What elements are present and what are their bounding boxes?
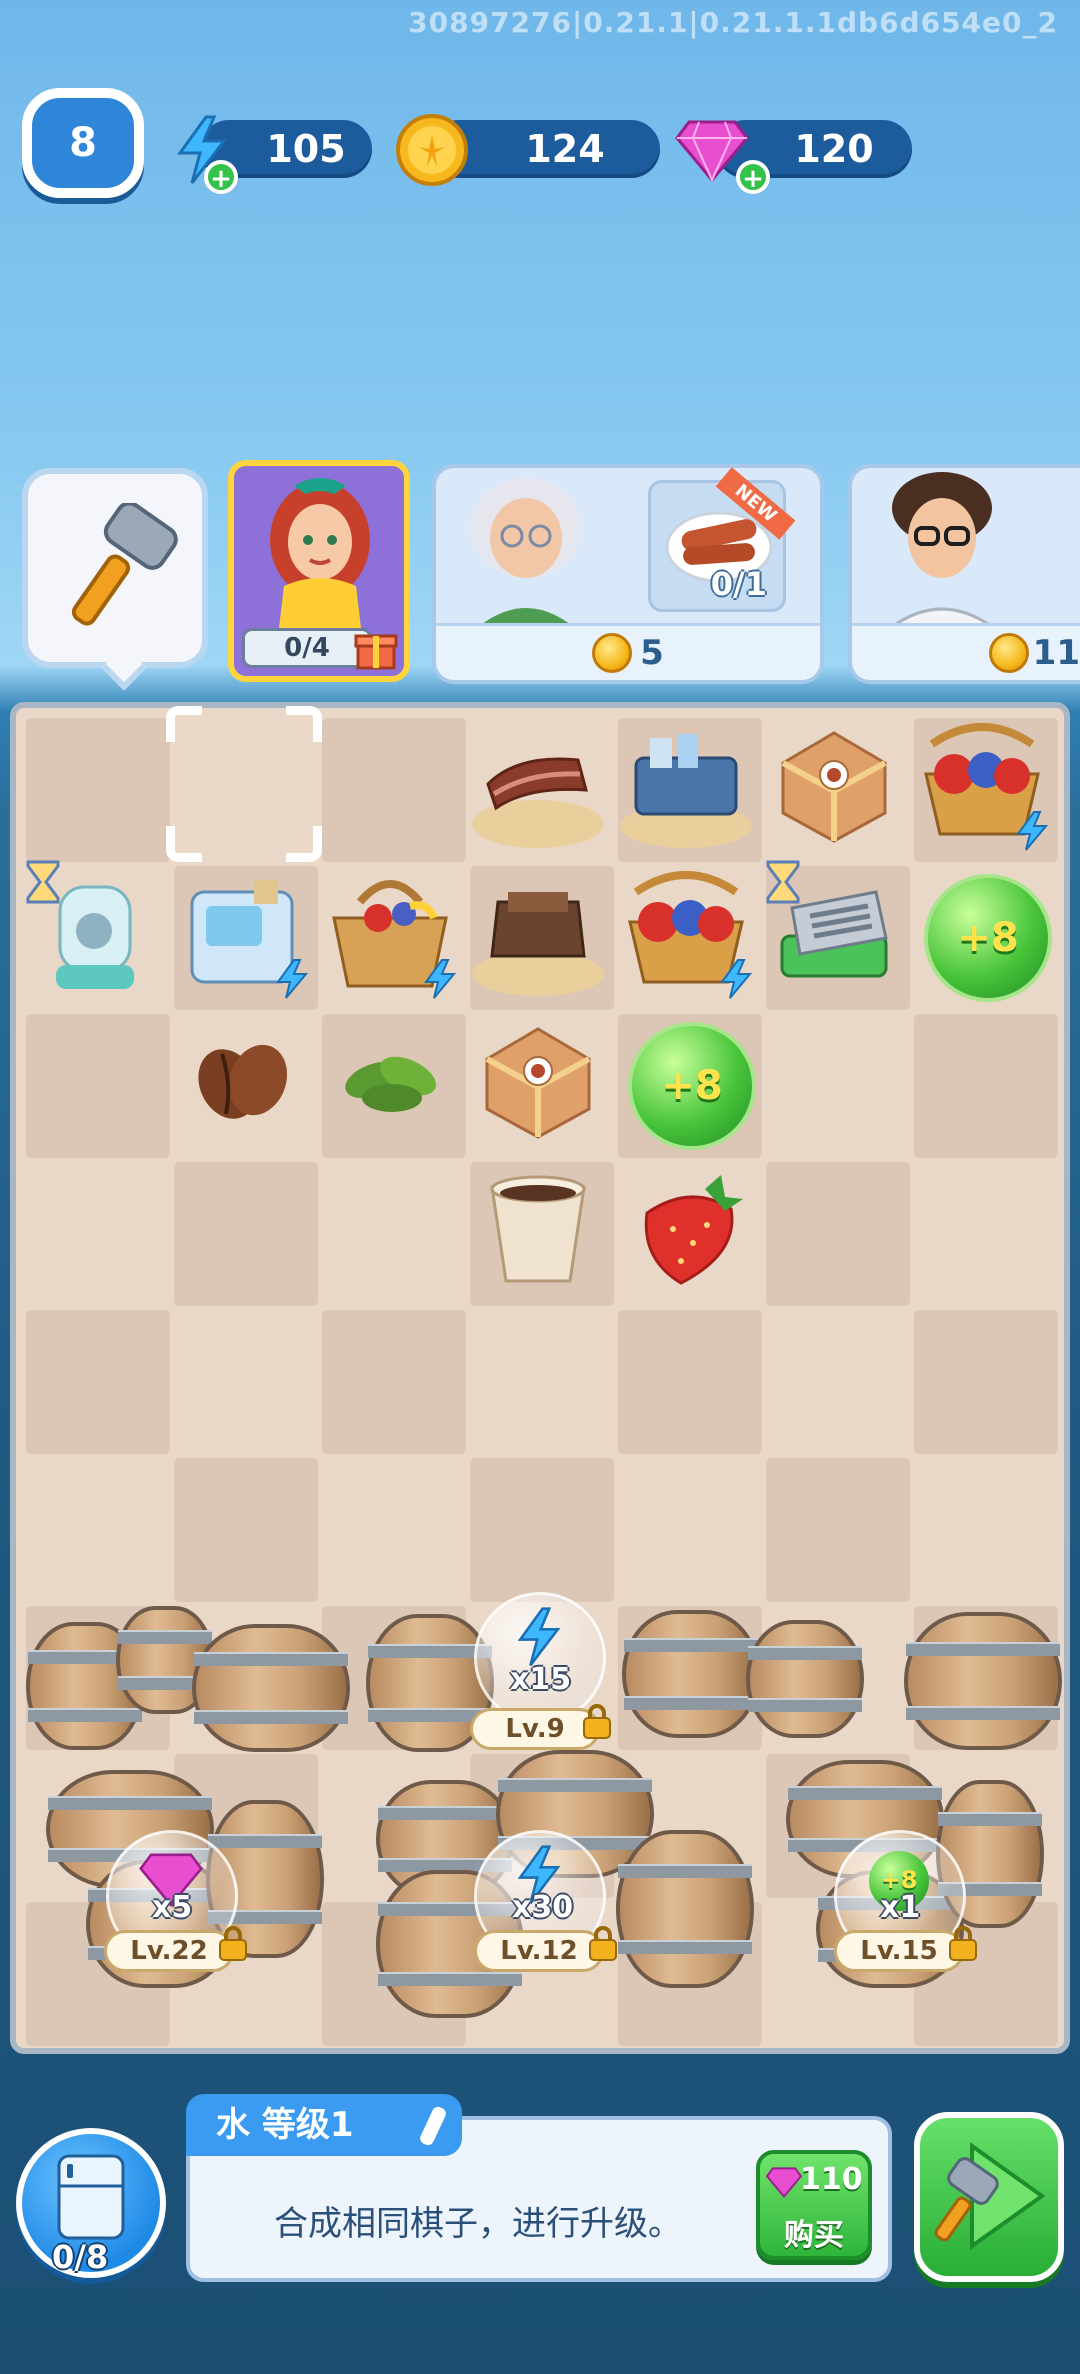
board-item-bacon[interactable]: [464, 710, 612, 858]
board-item-coffee-beans[interactable]: [168, 1006, 316, 1154]
order-reward: 5: [436, 623, 820, 680]
board-item-meat-parcel[interactable]: [760, 710, 908, 858]
hourglass-icon: [26, 860, 60, 904]
board-item-strawberry[interactable]: [612, 1154, 760, 1302]
produce-button[interactable]: [914, 2112, 1064, 2282]
player-level: 8: [69, 120, 97, 166]
board-item-cooler[interactable]: [612, 710, 760, 858]
lock-icon: [583, 1704, 611, 1739]
locked-reward-level: Lv.15: [834, 1930, 964, 1972]
lock-icon: [949, 1926, 977, 1961]
storage-count: 0/8: [52, 2238, 109, 2276]
board-item-fruit-basket-2[interactable]: [612, 858, 760, 1006]
hammer-tool-card[interactable]: [22, 468, 208, 668]
add-gems-button[interactable]: +: [736, 160, 770, 194]
gem-icon: [766, 2167, 802, 2198]
energy-generator-icon: [276, 959, 309, 999]
board-item-grill[interactable]: [760, 858, 908, 1006]
customer-card-main[interactable]: 0/4: [228, 460, 410, 682]
energy-value: 105: [266, 127, 346, 171]
energy-icon: [517, 1607, 561, 1667]
coin-icon: [392, 110, 472, 190]
locked-reward-level: Lv.22: [104, 1930, 234, 1972]
board-item-blender[interactable]: [20, 858, 168, 1006]
fridge-icon: [57, 2154, 125, 2240]
order-item-sausages[interactable]: NEW 0/1: [648, 468, 796, 612]
add-energy-button[interactable]: +: [204, 160, 238, 194]
board-item-coffee-cup[interactable]: [464, 1154, 612, 1302]
coin-value: 124: [525, 127, 605, 171]
bacon-icon: [472, 757, 604, 848]
meat-parcel-icon: [485, 1027, 591, 1139]
item-info-title: 水 等级1: [186, 2094, 462, 2156]
board-item-plus8-bubble-2[interactable]: +8: [628, 1022, 756, 1150]
customer-card-scientist[interactable]: 11: [848, 464, 1080, 684]
next-order-reward: 11: [852, 623, 1080, 680]
energy-generator-icon: [1016, 811, 1049, 851]
lock-icon: [589, 1926, 617, 1961]
cell-selector: [166, 706, 322, 862]
strawberry-icon: [644, 1175, 743, 1285]
gift-icon: [354, 634, 398, 670]
coffee-beans-icon: [198, 1044, 288, 1119]
energy-generator-icon: [424, 959, 457, 999]
tea-leaves-icon: [345, 1056, 437, 1112]
locked-reward-level: Lv.12: [474, 1930, 604, 1972]
board-item-picnic-basket[interactable]: [316, 858, 464, 1006]
coin-icon: [592, 633, 633, 673]
locked-reward-mult: x15: [510, 1662, 572, 1697]
customer-portrait-icon: [270, 478, 370, 636]
board-item-plus8-bubble[interactable]: +8: [924, 874, 1052, 1002]
board-item-ice-machine[interactable]: [168, 858, 316, 1006]
customer-card-grandma[interactable]: NEW 0/1 5: [432, 464, 824, 684]
energy-generator-icon: [720, 959, 753, 999]
meat-parcel-icon: [781, 731, 887, 843]
buy-label: 购买: [784, 2218, 844, 2253]
board-item-tea-leaves[interactable]: [316, 1006, 464, 1154]
board-item-chocolate-box[interactable]: [464, 858, 612, 1006]
build-version: 30897276|0.21.1|0.21.1.1db6d654e0_2: [408, 6, 1058, 39]
next-reward-value: 11: [1032, 633, 1080, 673]
play-arrow-icon: [934, 2142, 1046, 2250]
buy-price: 110: [800, 2162, 863, 2197]
scientist-portrait-icon: [875, 472, 1009, 638]
edit-icon: [418, 2104, 448, 2148]
order-reward-value: 5: [640, 633, 664, 673]
board-item-meat-parcel-2[interactable]: [464, 1006, 612, 1154]
bubble-value: +8: [957, 915, 1019, 961]
locked-reward-mult: x5: [152, 1890, 193, 1925]
buy-button[interactable]: 110 购买: [756, 2150, 872, 2260]
gem-value: 120: [794, 127, 874, 171]
coin-icon: [988, 633, 1029, 673]
item-info-description: 合成相同棋子，进行升级。: [274, 2204, 682, 2244]
coffee-cup-icon: [490, 1175, 586, 1283]
cooler-icon: [620, 734, 752, 848]
lock-icon: [219, 1926, 247, 1961]
hourglass-icon: [766, 860, 800, 904]
chocolate-box-icon: [472, 892, 604, 996]
locked-reward-mult: x1: [880, 1890, 921, 1925]
bubble-value: +8: [661, 1063, 723, 1109]
player-level-badge[interactable]: 8: [22, 88, 144, 198]
order-progress: 0/1: [710, 565, 767, 603]
hammer-icon: [71, 503, 178, 626]
item-name-level: 水 等级1: [216, 2105, 354, 2145]
board-item-fruit-basket[interactable]: [908, 710, 1056, 858]
locked-reward-mult: x30: [512, 1890, 574, 1925]
grandma-portrait-icon: [466, 478, 586, 638]
